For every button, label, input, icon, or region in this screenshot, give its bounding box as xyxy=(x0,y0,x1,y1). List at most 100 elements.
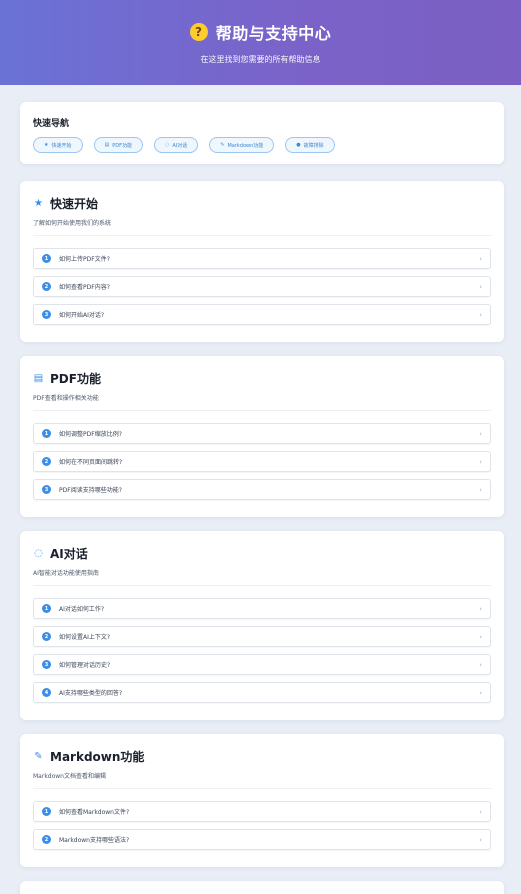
faq-item[interactable]: 3 PDF阅读支持哪些功能? › xyxy=(33,479,491,500)
chevron-right-icon: › xyxy=(479,632,482,641)
faq-question: 如何调整PDF缩放比例? xyxy=(59,431,122,438)
faq-number-badge: 2 xyxy=(42,632,51,641)
quick-nav-chip-label: Markdown功能 xyxy=(227,142,264,149)
chevron-right-icon: › xyxy=(479,485,482,494)
chat-icon: ◌ xyxy=(34,548,43,559)
section-description: PDF查看和操作相关功能 xyxy=(33,395,99,402)
faq-item[interactable]: 2 如何查看PDF内容? › xyxy=(33,276,491,297)
faq-list: 1 如何上传PDF文件? › 2 如何查看PDF内容? › 3 如何开始AI对话? › xyxy=(33,248,491,325)
edit-icon: ✎ xyxy=(220,142,225,148)
help-section-card: ★ 快速开始了解如何开始使用我们的系统 1 如何上传PDF文件? › 2 如何查看PDF内容… xyxy=(20,181,504,342)
quick-nav-chips: ★ 快速开始 ▤ PDF功能 ◌ AI对话 ✎ Markdown功能 ● 故障排除 xyxy=(33,137,491,153)
faq-number-badge: 3 xyxy=(42,310,51,319)
faq-question: 如何在不同页面间跳转? xyxy=(59,459,123,466)
faq-question: 如何设置AI上下文? xyxy=(59,634,111,641)
page-title: ? 帮助与支持中心 xyxy=(0,20,521,44)
faq-item[interactable]: 4 AI支持哪些类型的回答? › xyxy=(33,682,491,703)
faq-item[interactable]: 3 如何开始AI对话? › xyxy=(33,304,491,325)
section-title: 快速开始 xyxy=(50,197,99,211)
chevron-right-icon: › xyxy=(479,660,482,669)
help-section-card: ✎ Markdown功能 Markdown文档查看和编辑 1 如何查看Markdown文… xyxy=(20,734,504,867)
faq-list: 1 AI对话如何工作? › 2 如何设置AI上下文? › 3 如何管理对话历史? › 4 AI支持哪… xyxy=(33,598,491,703)
quick-nav-chip-label: PDF功能 xyxy=(112,142,132,149)
section-header: ▤ PDF功能 xyxy=(33,370,491,387)
section-title: Markdown功能 xyxy=(50,750,145,764)
faq-item[interactable]: 1 AI对话如何工作? › xyxy=(33,598,491,619)
section-title: AI对话 xyxy=(50,547,88,561)
faq-item[interactable]: 2 如何在不同页面间跳转? › xyxy=(33,451,491,472)
section-divider xyxy=(33,410,491,411)
section-divider xyxy=(33,585,491,586)
section-description: Markdown文档查看和编辑 xyxy=(33,773,106,780)
faq-question: 如何开始AI对话? xyxy=(59,312,105,319)
faq-item[interactable]: 1 如何上传PDF文件? › xyxy=(33,248,491,269)
faq-number-badge: 3 xyxy=(42,660,51,669)
faq-item[interactable]: 2 Markdown支持哪些语法? › xyxy=(33,829,491,850)
chat-icon: ◌ xyxy=(164,142,170,148)
section-description: 了解如何开始使用我们的系统 xyxy=(33,220,112,227)
faq-question: 如何查看Markdown文件? xyxy=(59,809,130,816)
star-icon: ★ xyxy=(44,142,49,148)
faq-question: 如何上传PDF文件? xyxy=(59,256,110,263)
chevron-right-icon: › xyxy=(479,604,482,613)
faq-question: PDF阅读支持哪些功能? xyxy=(59,487,122,494)
help-section-card: ▤ PDF功能 PDF查看和操作相关功能 1 如何调整PDF缩放比例? › 2 如何在不同页面… xyxy=(20,356,504,517)
troubleshoot-icon: ● xyxy=(296,142,301,148)
faq-item[interactable]: 1 如何调整PDF缩放比例? › xyxy=(33,423,491,444)
section-divider xyxy=(33,235,491,236)
help-section-card: ◌ AI对话 AI智能对话功能使用指南 1 AI对话如何工作? › 2 如何设置AI上下文? ›… xyxy=(20,531,504,720)
chevron-right-icon: › xyxy=(479,835,482,844)
faq-number-badge: 2 xyxy=(42,835,51,844)
faq-number-badge: 2 xyxy=(42,457,51,466)
quick-nav-chip-label: 故障排除 xyxy=(303,142,324,149)
chevron-right-icon: › xyxy=(479,310,482,319)
quick-nav-chip[interactable]: ● 故障排除 xyxy=(285,137,335,153)
chevron-right-icon: › xyxy=(479,688,482,697)
quick-nav-title: 快速导航 xyxy=(33,119,70,129)
faq-number-badge: 1 xyxy=(42,604,51,613)
edit-icon: ✎ xyxy=(34,751,43,762)
document-icon: ▤ xyxy=(104,142,110,148)
faq-question: 如何管理对话历史? xyxy=(59,662,111,669)
faq-number-badge: 4 xyxy=(42,688,51,697)
chevron-right-icon: › xyxy=(479,457,482,466)
section-header: ★ 快速开始 xyxy=(33,195,491,212)
faq-question: AI支持哪些类型的回答? xyxy=(59,690,123,697)
question-icon: ? xyxy=(189,23,208,41)
document-icon: ▤ xyxy=(33,373,44,384)
faq-item[interactable]: 1 如何查看Markdown文件? › xyxy=(33,801,491,822)
faq-question: Markdown支持哪些语法? xyxy=(59,837,130,844)
faq-list: 1 如何查看Markdown文件? › 2 Markdown支持哪些语法? › xyxy=(33,801,491,850)
chevron-right-icon: › xyxy=(479,282,482,291)
help-hero-header: ? 帮助与支持中心 在这里找到您需要的所有帮助信息 xyxy=(0,0,521,85)
quick-nav-card: 快速导航 ★ 快速开始 ▤ PDF功能 ◌ AI对话 ✎ Markdown功能 ● 故障排除 xyxy=(20,102,504,164)
faq-number-badge: 1 xyxy=(42,429,51,438)
quick-nav-chip[interactable]: ◌ AI对话 xyxy=(153,137,199,153)
faq-number-badge: 1 xyxy=(42,807,51,816)
section-description: AI智能对话功能使用指南 xyxy=(33,570,99,577)
help-section-card xyxy=(20,881,504,894)
star-icon: ★ xyxy=(34,198,43,209)
faq-question: 如何查看PDF内容? xyxy=(59,284,110,291)
quick-nav-chip-label: 快速开始 xyxy=(51,142,72,149)
faq-list: 1 如何调整PDF缩放比例? › 2 如何在不同页面间跳转? › 3 PDF阅读支持哪些功能?… xyxy=(33,423,491,500)
page-title-text: 帮助与支持中心 xyxy=(215,24,332,43)
faq-item[interactable]: 3 如何管理对话历史? › xyxy=(33,654,491,675)
quick-nav-chip[interactable]: ✎ Markdown功能 xyxy=(209,137,275,153)
faq-number-badge: 1 xyxy=(42,254,51,263)
section-header: ◌ AI对话 xyxy=(33,545,491,562)
page-subtitle: 在这里找到您需要的所有帮助信息 xyxy=(200,55,321,64)
quick-nav-chip[interactable]: ★ 快速开始 xyxy=(33,137,83,153)
chevron-right-icon: › xyxy=(479,254,482,263)
quick-nav-chip-label: AI对话 xyxy=(172,142,188,149)
faq-number-badge: 3 xyxy=(42,485,51,494)
section-divider xyxy=(33,788,491,789)
chevron-right-icon: › xyxy=(479,807,482,816)
faq-question: AI对话如何工作? xyxy=(59,606,105,613)
faq-number-badge: 2 xyxy=(42,282,51,291)
section-header: ✎ Markdown功能 xyxy=(33,748,491,765)
chevron-right-icon: › xyxy=(479,429,482,438)
faq-item[interactable]: 2 如何设置AI上下文? › xyxy=(33,626,491,647)
quick-nav-chip[interactable]: ▤ PDF功能 xyxy=(93,137,143,153)
section-title: PDF功能 xyxy=(50,372,101,386)
